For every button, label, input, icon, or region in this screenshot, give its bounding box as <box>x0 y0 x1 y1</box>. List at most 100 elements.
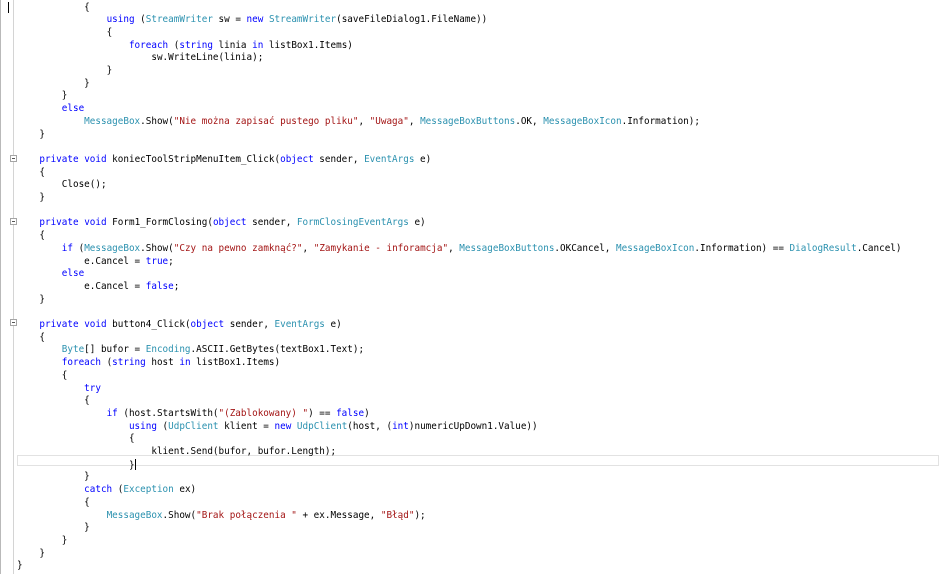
collapse-icon[interactable] <box>10 319 17 326</box>
code-line: foreach (string host in listBox1.Items) <box>17 357 280 370</box>
code-token: (host, ( <box>347 420 393 432</box>
code-token: e) <box>414 153 432 165</box>
code-token: .OKCancel, <box>554 242 616 254</box>
code-token: MessageBoxButtons <box>459 242 555 254</box>
code-line: else <box>17 103 84 116</box>
code-token: (saveFileDialog1.FileName)) <box>336 14 488 26</box>
code-token: ; <box>173 280 180 292</box>
code-token: StreamWriter <box>268 14 337 26</box>
code-token: , <box>302 242 314 254</box>
code-token: EventArgs <box>364 153 415 165</box>
code-token: "Uwaga" <box>369 115 409 127</box>
code-token: if <box>61 242 73 254</box>
code-line: } <box>17 65 113 78</box>
code-line: e.Cancel = true; <box>17 256 174 269</box>
code-token: { <box>39 230 45 242</box>
code-token: } <box>39 128 45 140</box>
code-token: object <box>190 319 225 330</box>
code-token: MessageBox <box>84 115 141 127</box>
code-token: e.Cancel = <box>84 280 146 292</box>
code-token: { <box>61 369 68 381</box>
code-token: klient = <box>218 420 275 432</box>
code-token: false <box>336 407 365 419</box>
code-token: + ex.Message, <box>296 509 381 521</box>
code-token: } <box>17 560 23 572</box>
code-token: } <box>84 471 90 483</box>
code-token: ) == <box>308 407 337 419</box>
code-line: { <box>17 332 45 345</box>
code-line: Close(); <box>17 179 107 192</box>
code-token: "Błąd" <box>380 509 415 521</box>
code-token: .Cancel) <box>856 242 902 254</box>
code-token: [] bufor = <box>84 344 146 356</box>
code-token: { <box>128 433 135 445</box>
code-token: private <box>39 319 79 330</box>
editor-left-border <box>0 0 1 574</box>
code-line: MessageBox.Show("Nie można zapisać puste… <box>17 116 700 129</box>
code-token: Close(); <box>61 179 107 191</box>
code-line: try <box>17 383 101 396</box>
code-token: object <box>280 153 314 165</box>
code-token: listBox1.Items) <box>263 39 353 51</box>
code-line: foreach (string linia in listBox1.Items) <box>17 40 353 53</box>
code-line: { <box>17 230 45 243</box>
code-token: } <box>39 293 45 305</box>
code-token: koniecToolStripMenuItem_Click( <box>106 153 281 165</box>
code-line: { <box>17 2 90 15</box>
code-token: "(Zablokowany) " <box>218 407 309 419</box>
collapse-icon[interactable] <box>10 155 17 162</box>
code-token: { <box>39 166 45 178</box>
code-token: ( <box>168 39 180 51</box>
code-line: } <box>17 560 23 573</box>
code-token: in <box>179 357 191 369</box>
code-token: UdpClient <box>296 420 348 432</box>
code-token: int <box>392 420 409 432</box>
code-line: } <box>17 471 90 484</box>
collapse-icon[interactable] <box>10 218 17 225</box>
code-line: sw.WriteLine(linia); <box>17 52 263 65</box>
code-token: , <box>448 242 460 254</box>
code-line: { <box>17 27 113 40</box>
code-token: .Show( <box>140 242 174 254</box>
code-token: void <box>84 319 107 330</box>
code-token: else <box>61 268 85 280</box>
code-token: } <box>39 547 45 559</box>
code-token: DialogResult <box>789 242 857 254</box>
code-token: } <box>84 77 90 89</box>
code-token: StreamWriter <box>145 14 213 26</box>
code-token: Exception <box>123 484 174 496</box>
code-line: { <box>17 369 68 383</box>
code-line: } <box>17 129 45 142</box>
code-line: e.Cancel = false; <box>17 281 179 294</box>
code-token: string <box>179 39 213 51</box>
code-token: e) <box>324 319 342 330</box>
code-token: sender, <box>313 153 365 165</box>
code-token: void <box>84 153 107 165</box>
code-token: "Czy na pewno zamknąć?" <box>173 242 303 254</box>
code-token: MessageBoxIcon <box>543 115 622 127</box>
code-editor[interactable]: { using (StreamWriter sw = new StreamWri… <box>0 0 939 574</box>
code-line: } <box>17 90 68 103</box>
code-line: else <box>17 268 84 281</box>
code-token: ); <box>414 509 426 521</box>
code-line: { <box>17 167 45 180</box>
